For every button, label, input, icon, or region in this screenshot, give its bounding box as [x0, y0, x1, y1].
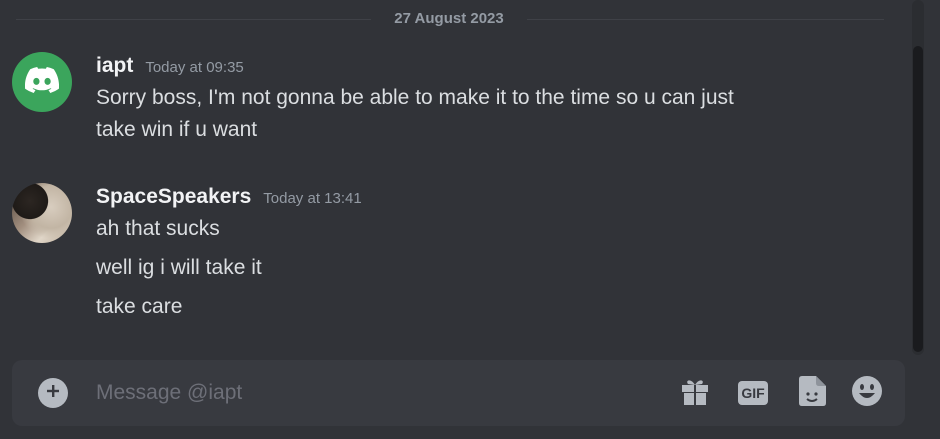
scrollbar-thumb[interactable]: [913, 46, 923, 352]
message-text: take care: [96, 295, 183, 318]
add-icon: [45, 383, 61, 404]
timestamp: Today at 13:41: [263, 190, 362, 207]
date-divider: 27 August 2023: [16, 10, 884, 28]
discord-logo-icon: [24, 66, 60, 98]
divider-line: [16, 19, 371, 20]
avatar[interactable]: [12, 183, 72, 243]
add-attachment-button[interactable]: [38, 378, 68, 408]
gif-button[interactable]: GIF: [736, 376, 770, 410]
sticker-icon: [797, 375, 827, 412]
message-header: SpaceSpeakers Today at 13:41: [96, 185, 362, 209]
emoji-icon: [851, 375, 883, 412]
chat-window: 27 August 2023 iapt Today at 09:35 Sorry…: [0, 0, 940, 439]
message-header: iapt Today at 09:35: [96, 54, 244, 78]
message-text: ah that sucks: [96, 217, 220, 240]
message-group: SpaceSpeakers Today at 13:41 ah that suc…: [0, 183, 905, 323]
date-divider-label: 27 August 2023: [394, 10, 504, 27]
message-text: Sorry boss, I'm not gonna be able to mak…: [96, 86, 734, 109]
message-composer: GIF: [12, 360, 905, 426]
gif-icon: GIF: [738, 381, 768, 405]
message-input[interactable]: [96, 379, 396, 407]
username[interactable]: iapt: [96, 54, 133, 78]
message-text: take win if u want: [96, 118, 258, 141]
timestamp: Today at 09:35: [145, 59, 244, 76]
gift-button[interactable]: [678, 376, 712, 410]
avatar[interactable]: [12, 52, 72, 112]
cat-photo-avatar: [12, 183, 72, 243]
sticker-button[interactable]: [795, 375, 829, 412]
message-text: well ig i will take it: [96, 256, 262, 279]
message-group: iapt Today at 09:35 Sorry boss, I'm not …: [0, 52, 905, 162]
emoji-button[interactable]: [850, 375, 884, 412]
divider-line: [527, 19, 884, 20]
gift-icon: [680, 376, 710, 411]
username[interactable]: SpaceSpeakers: [96, 185, 251, 209]
